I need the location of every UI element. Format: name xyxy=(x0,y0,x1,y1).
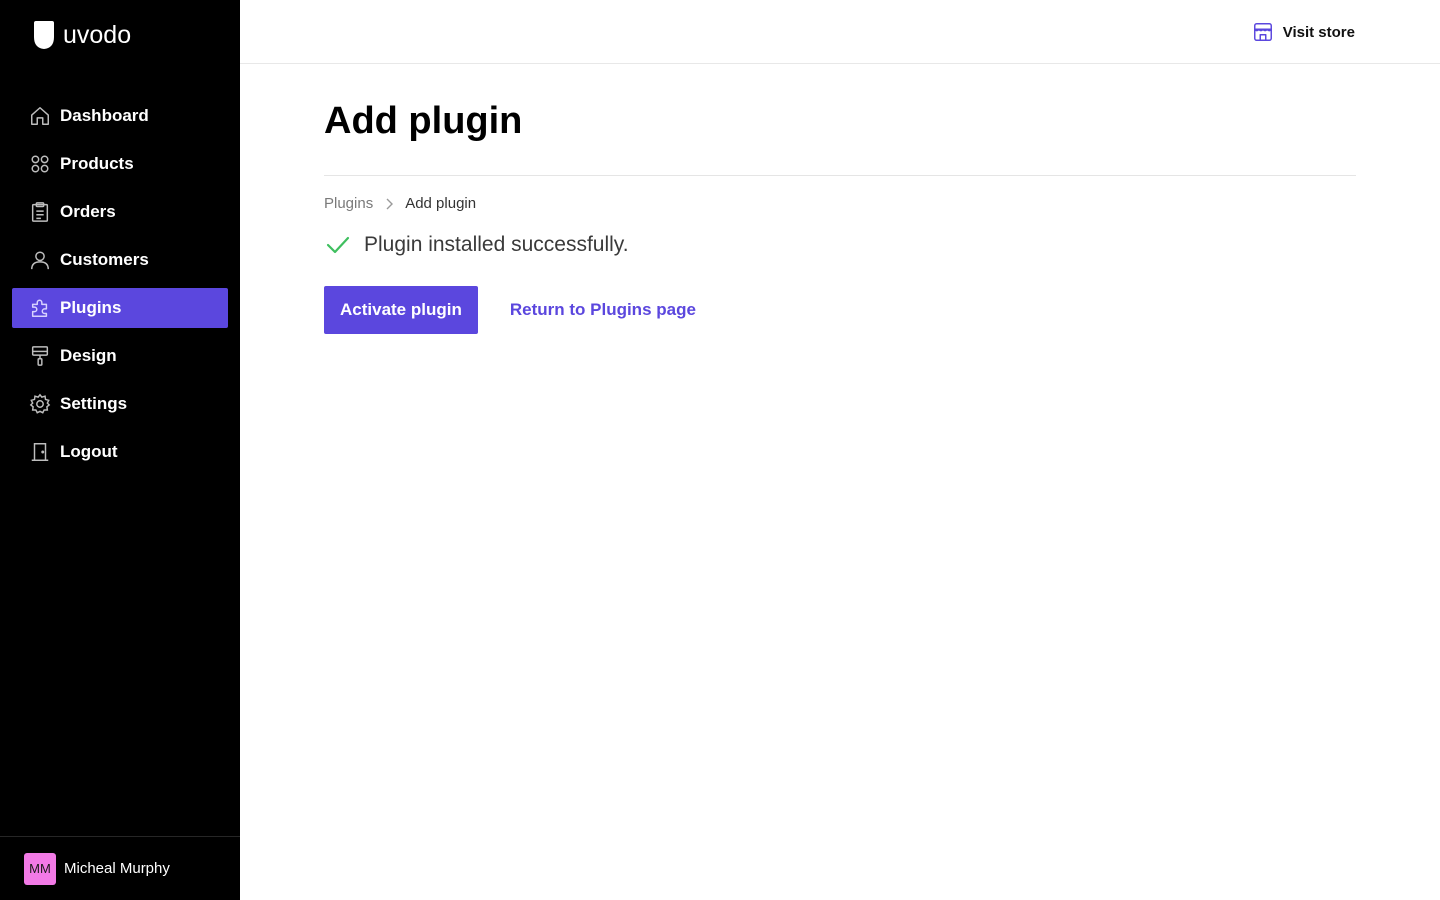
grid-icon xyxy=(28,152,52,176)
title-divider xyxy=(324,175,1356,176)
storefront-icon xyxy=(1253,23,1272,41)
user-profile[interactable]: MM Micheal Murphy xyxy=(0,836,240,900)
checkmark-icon xyxy=(326,236,350,254)
main-content: Add plugin Plugins Add plugin Plugin ins… xyxy=(324,64,1356,334)
chevron-right-icon xyxy=(381,196,397,212)
clipboard-icon xyxy=(28,200,52,224)
sidebar-item-plugins[interactable]: Plugins xyxy=(12,288,228,328)
uvodo-logo-icon xyxy=(34,21,54,49)
action-row: Activate plugin Return to Plugins page xyxy=(324,286,1356,334)
puzzle-icon xyxy=(28,296,52,320)
sidebar-item-settings[interactable]: Settings xyxy=(12,384,228,424)
sidebar-item-label: Products xyxy=(60,154,134,173)
status-text: Plugin installed successfully. xyxy=(364,233,629,256)
visit-store-label: Visit store xyxy=(1282,23,1355,41)
paint-roller-icon xyxy=(28,344,52,368)
sidebar-item-design[interactable]: Design xyxy=(12,336,228,376)
sidebar: uvodo Dashboard Products Orders Customer… xyxy=(0,0,240,900)
activate-plugin-button[interactable]: Activate plugin xyxy=(324,286,478,334)
topbar: Visit store xyxy=(240,0,1440,64)
sidebar-item-logout[interactable]: Logout xyxy=(12,432,228,472)
sidebar-nav: Dashboard Products Orders Customers Plug… xyxy=(12,96,228,480)
logo-text: uvodo xyxy=(63,21,132,49)
sidebar-item-dashboard[interactable]: Dashboard xyxy=(12,96,228,136)
avatar: MM xyxy=(24,852,56,885)
sidebar-item-orders[interactable]: Orders xyxy=(12,192,228,232)
gear-icon xyxy=(28,392,52,416)
return-to-plugins-link[interactable]: Return to Plugins page xyxy=(510,300,696,320)
user-name: Micheal Murphy xyxy=(64,860,170,877)
sidebar-item-products[interactable]: Products xyxy=(12,144,228,184)
sidebar-item-label: Plugins xyxy=(60,298,122,317)
status-message: Plugin installed successfully. xyxy=(324,231,1356,259)
sidebar-item-customers[interactable]: Customers xyxy=(12,240,228,280)
page-title: Add plugin xyxy=(324,100,523,142)
user-icon xyxy=(28,248,52,272)
breadcrumb: Plugins Add plugin xyxy=(324,195,1356,212)
breadcrumb-current: Add plugin xyxy=(405,195,477,212)
home-icon xyxy=(28,104,52,128)
sidebar-item-label: Orders xyxy=(60,202,116,221)
sidebar-item-label: Dashboard xyxy=(60,106,149,125)
door-icon xyxy=(28,440,52,464)
sidebar-item-label: Customers xyxy=(60,250,149,269)
sidebar-item-label: Design xyxy=(60,346,117,365)
logo[interactable]: uvodo xyxy=(32,20,131,50)
sidebar-item-label: Settings xyxy=(60,394,128,413)
sidebar-item-label: Logout xyxy=(60,442,118,461)
breadcrumb-plugins[interactable]: Plugins xyxy=(324,195,373,212)
visit-store-link[interactable]: Visit store xyxy=(1252,21,1355,43)
